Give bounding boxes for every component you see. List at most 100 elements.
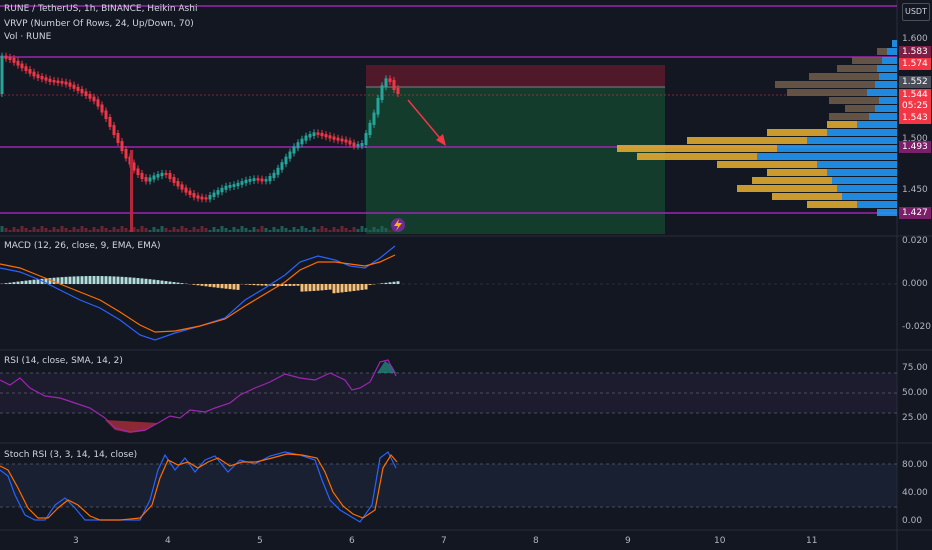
volume-bar [32,227,36,232]
volume-bar [356,229,360,232]
vrvp-down-bar [877,48,887,55]
vrvp-up-bar [832,177,897,184]
macd-axis-label: 0.020 [902,236,928,246]
volume-bar [52,227,56,232]
macd-hist-bar [164,281,168,284]
candle [4,55,8,59]
volume-bars [0,150,400,232]
macd-hist-bar [332,284,336,294]
volume-bar [64,228,68,232]
candlesticks [0,52,400,203]
volume-bar [16,229,20,232]
macd-hist-bar [84,276,88,284]
candle [24,66,28,71]
volume-bar [20,226,24,232]
vrvp-title: VRVP (Number Of Rows, 24, Up/Down, 70) [4,19,194,29]
macd-hist-bar [364,284,368,290]
candle [240,181,244,185]
stop-loss-zone[interactable] [366,65,665,87]
macd-hist-bar [100,276,104,284]
volume-bar [288,230,292,232]
macd-hist-bar [12,282,16,284]
macd-hist-bar [380,283,384,284]
candle [116,133,120,143]
macd-hist-bar [200,284,204,286]
vrvp-up-bar [827,129,897,136]
take-profit-zone[interactable] [366,87,665,234]
macd-hist-bar [320,284,324,291]
candle [164,172,168,175]
vrvp-down-bar [637,153,757,160]
time-axis-label: 9 [625,536,631,546]
volume-bar [112,227,116,232]
candle [328,135,332,139]
candle [8,56,12,60]
candle [376,98,380,115]
volume-spike [130,150,133,232]
rsi-axis-label: 75.00 [902,363,928,373]
volume-bar [376,229,380,232]
macd-hist-bar [76,276,80,284]
volume-bar [144,228,148,232]
candle [348,140,352,145]
candle [304,135,308,141]
macd-hist-bar [124,277,128,284]
macd-hist-bar [88,276,92,284]
volume-bar [284,228,288,232]
volume-bar [88,230,92,232]
candle [144,177,148,182]
candle [108,117,112,127]
candle [44,77,48,81]
candle [64,81,68,85]
macd-hist-bar [328,284,332,290]
macd-hist-bar [160,280,164,284]
candle [96,99,100,107]
price-axis-label: 1.450 [902,185,928,195]
candle [176,181,180,187]
macd-hist-bar [252,284,256,286]
volume-bar [248,230,252,232]
candle [268,176,272,182]
macd-hist-bar [192,284,196,285]
volume-bar [92,227,96,232]
vrvp-down-bar [737,185,837,192]
volume-bar [140,226,144,232]
volume-bar [80,226,84,232]
volume-bar [328,230,332,232]
candle [316,132,320,135]
candle [372,112,376,125]
vrvp-up-bar [875,105,897,112]
candle [124,149,128,159]
currency-button[interactable]: USDT [902,3,930,21]
lightning-icon[interactable] [391,218,405,232]
volume-bar [292,227,296,232]
volume-bar [72,227,76,232]
candle [344,139,348,143]
macd-hist-bar [80,276,84,284]
macd-hist-bar [116,276,120,284]
candle [392,80,396,90]
volume-bar [280,226,284,232]
vrvp-up-bar [807,137,897,144]
candle [384,78,388,88]
volume-bar [76,229,80,232]
candle [72,84,76,89]
macd-hist-bar [292,284,296,286]
trading-chart[interactable] [0,0,932,550]
volume-bar [152,227,156,232]
volume-bar [172,227,176,232]
price-tag: 1.543 [899,112,931,124]
candle [332,136,336,140]
macd-hist-bar [68,276,72,284]
vrvp-up-bar [867,89,897,96]
volume-bar [40,226,44,232]
macd-hist-bar [128,277,132,284]
candle [204,197,208,200]
vrvp-up-bar [837,185,897,192]
macd-hist-bar [24,280,28,284]
volume-bar [216,229,220,232]
vrvp-up-bar [877,209,897,216]
volume-bar [192,227,196,232]
macd-hist-bar [348,284,352,292]
volume-bar [340,226,344,232]
